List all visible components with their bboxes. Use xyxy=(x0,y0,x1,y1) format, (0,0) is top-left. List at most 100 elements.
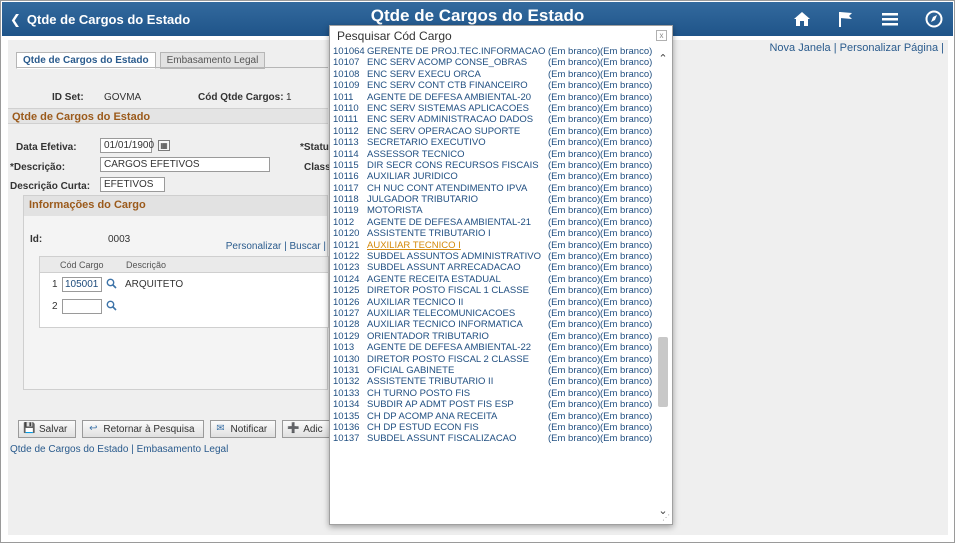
blank-value-2[interactable]: (Em branco) xyxy=(600,92,652,103)
blank-value-2[interactable]: (Em branco) xyxy=(600,183,652,194)
navbar-icon[interactable] xyxy=(921,6,947,32)
list-item[interactable]: 10117 CH NUC CONT ATENDIMENTO IPVA (Em bra… xyxy=(333,183,658,194)
blank-value-1[interactable]: (Em branco) xyxy=(548,46,600,57)
list-item[interactable]: 10123 SUBDEL ASSUNT ARRECADACAO (Em branco… xyxy=(333,262,658,273)
list-item[interactable]: 10114 ASSESSOR TECNICO (Em branco) (Em bran… xyxy=(333,149,658,160)
cargo-name-link[interactable]: SUBDIR AP ADMT POST FIS ESP xyxy=(367,399,514,410)
blank-value-1[interactable]: (Em branco) xyxy=(548,205,600,216)
blank-value-2[interactable]: (Em branco) xyxy=(600,205,652,216)
cargo-code-link[interactable]: 10125 xyxy=(333,285,359,296)
list-item[interactable]: 10110 ENC SERV SISTEMAS APLICACOES (Em bra… xyxy=(333,103,658,114)
cargo-code-link[interactable]: 10127 xyxy=(333,308,359,319)
cargo-name-link[interactable]: ASSESSOR TECNICO xyxy=(367,149,465,160)
blank-value-1[interactable]: (Em branco) xyxy=(548,411,600,422)
list-item[interactable]: 10130 DIRETOR POSTO FISCAL 2 CLASSE (Em br… xyxy=(333,354,658,365)
add-button[interactable]: ➕ Adic xyxy=(282,420,332,438)
cargo-code-link[interactable]: 10109 xyxy=(333,80,359,91)
cod-cargo-field[interactable] xyxy=(62,299,102,314)
cargo-code-link[interactable]: 10129 xyxy=(333,331,359,342)
list-item[interactable]: 10122 SUBDEL ASSUNTOS ADMINISTRATIVO (Em b… xyxy=(333,251,658,262)
list-item[interactable]: 1013 AGENTE DE DEFESA AMBIENTAL-22 (Em bra… xyxy=(333,342,658,353)
cargo-name-link[interactable]: ENC SERV SISTEMAS APLICACOES xyxy=(367,103,529,114)
blank-value-2[interactable]: (Em branco) xyxy=(600,160,652,171)
cargo-code-link[interactable]: 10107 xyxy=(333,57,359,68)
cargo-code-link[interactable]: 10112 xyxy=(333,126,359,137)
blank-value-1[interactable]: (Em branco) xyxy=(548,160,600,171)
cargo-name-link[interactable]: AUXILIAR TECNICO I xyxy=(367,240,461,251)
blank-value-1[interactable]: (Em branco) xyxy=(548,217,600,228)
list-item[interactable]: 10125 DIRETOR POSTO FISCAL 1 CLASSE (Em br… xyxy=(333,285,658,296)
cargo-name-link[interactable]: CH NUC CONT ATENDIMENTO IPVA xyxy=(367,183,527,194)
blank-value-2[interactable]: (Em branco) xyxy=(600,388,652,399)
blank-value-1[interactable]: (Em branco) xyxy=(548,388,600,399)
blank-value-1[interactable]: (Em branco) xyxy=(548,137,600,148)
cargo-code-link[interactable]: 1013 xyxy=(333,342,354,353)
list-item[interactable]: 10134 SUBDIR AP ADMT POST FIS ESP (Em bran… xyxy=(333,399,658,410)
cargo-name-link[interactable]: ENC SERV OPERACAO SUPORTE xyxy=(367,126,520,137)
grid-links[interactable]: Personalizar | Buscar | xyxy=(226,241,326,252)
cargo-code-link[interactable]: 101064 xyxy=(333,46,365,57)
blank-value-1[interactable]: (Em branco) xyxy=(548,69,600,80)
cargo-code-link[interactable]: 1012 xyxy=(333,217,354,228)
cargo-code-link[interactable]: 10135 xyxy=(333,411,359,422)
cargo-code-link[interactable]: 10119 xyxy=(333,205,359,216)
cargo-name-link[interactable]: AUXILIAR TECNICO II xyxy=(367,297,463,308)
cargo-code-link[interactable]: 10130 xyxy=(333,354,359,365)
cargo-name-link[interactable]: SUBDEL ASSUNTOS ADMINISTRATIVO xyxy=(367,251,541,262)
flag-icon[interactable] xyxy=(833,6,859,32)
list-item[interactable]: 10118 JULGADOR TRIBUTARIO (Em branco) (Em b… xyxy=(333,194,658,205)
cargo-code-link[interactable]: 10117 xyxy=(333,183,359,194)
cargo-name-link[interactable]: CH DP ACOMP ANA RECEITA xyxy=(367,411,497,422)
list-item[interactable]: 10109 ENC SERV CONT CTB FINANCEIRO (Em bra… xyxy=(333,80,658,91)
blank-value-1[interactable]: (Em branco) xyxy=(548,365,600,376)
cargo-code-link[interactable]: 10137 xyxy=(333,433,359,444)
cargo-code-link[interactable]: 10133 xyxy=(333,388,359,399)
cargo-name-link[interactable]: AGENTE DE DEFESA AMBIENTAL-20 xyxy=(367,92,531,103)
cargo-name-link[interactable]: ENC SERV ADMINISTRACAO DADOS xyxy=(367,114,533,125)
blank-value-2[interactable]: (Em branco) xyxy=(600,251,652,262)
cargo-name-link[interactable]: AUXILIAR TELECOMUNICACOES xyxy=(367,308,515,319)
cargo-code-link[interactable]: 1011 xyxy=(333,92,353,103)
blank-value-2[interactable]: (Em branco) xyxy=(600,411,652,422)
notify-button[interactable]: ✉ Notificar xyxy=(209,420,277,438)
blank-value-2[interactable]: (Em branco) xyxy=(600,217,652,228)
list-item[interactable]: 10132 ASSISTENTE TRIBUTARIO II (Em branco)… xyxy=(333,376,658,387)
blank-value-1[interactable]: (Em branco) xyxy=(548,262,600,273)
list-item[interactable]: 10137 SUBDEL ASSUNT FISCALIZACAO (Em branc… xyxy=(333,433,658,444)
list-item[interactable]: 10107 ENC SERV ACOMP CONSE_OBRAS (Em branc… xyxy=(333,57,658,68)
cargo-name-link[interactable]: AGENTE RECEITA ESTADUAL xyxy=(367,274,501,285)
scroll-thumb[interactable] xyxy=(658,337,668,407)
blank-value-2[interactable]: (Em branco) xyxy=(600,274,652,285)
blank-value-2[interactable]: (Em branco) xyxy=(600,103,652,114)
blank-value-1[interactable]: (Em branco) xyxy=(548,274,600,285)
list-item[interactable]: 10113 SECRETARIO EXECUTIVO (Em branco) (Em … xyxy=(333,137,658,148)
blank-value-2[interactable]: (Em branco) xyxy=(600,331,652,342)
blank-value-2[interactable]: (Em branco) xyxy=(600,46,652,57)
blank-value-1[interactable]: (Em branco) xyxy=(548,342,600,353)
close-icon[interactable]: x xyxy=(656,30,667,41)
cargo-name-link[interactable]: CH DP ESTUD ECON FIS xyxy=(367,422,479,433)
cargo-name-link[interactable]: AGENTE DE DEFESA AMBIENTAL-22 xyxy=(367,342,531,353)
cargo-code-link[interactable]: 10111 xyxy=(333,114,358,125)
list-item[interactable]: 10133 CH TURNO POSTO FIS (Em branco) (Em br… xyxy=(333,388,658,399)
blank-value-1[interactable]: (Em branco) xyxy=(548,319,600,330)
resize-grip-icon[interactable]: ⋰ xyxy=(662,513,670,522)
cargo-name-link[interactable]: ENC SERV CONT CTB FINANCEIRO xyxy=(367,80,528,91)
blank-value-2[interactable]: (Em branco) xyxy=(600,114,652,125)
cargo-code-link[interactable]: 10123 xyxy=(333,262,359,273)
lookup-icon[interactable] xyxy=(106,278,117,292)
cargo-name-link[interactable]: GERENTE DE PROJ.TEC.INFORMACAO xyxy=(367,46,545,57)
cod-cargo-field[interactable]: 105001 xyxy=(62,277,102,292)
blank-value-2[interactable]: (Em branco) xyxy=(600,80,652,91)
blank-value-1[interactable]: (Em branco) xyxy=(548,240,600,251)
blank-value-2[interactable]: (Em branco) xyxy=(600,240,652,251)
blank-value-1[interactable]: (Em branco) xyxy=(548,149,600,160)
cargo-name-link[interactable]: AUXILIAR JURIDICO xyxy=(367,171,458,182)
personalize-page-link[interactable]: Personalizar Página xyxy=(840,42,938,54)
list-item[interactable]: 10124 AGENTE RECEITA ESTADUAL (Em branco)(… xyxy=(333,274,658,285)
cargo-code-link[interactable]: 10132 xyxy=(333,376,359,387)
blank-value-1[interactable]: (Em branco) xyxy=(548,399,600,410)
cargo-code-link[interactable]: 10124 xyxy=(333,274,359,285)
blank-value-1[interactable]: (Em branco) xyxy=(548,114,600,125)
list-item[interactable]: 10112 ENC SERV OPERACAO SUPORTE (Em branco… xyxy=(333,126,658,137)
